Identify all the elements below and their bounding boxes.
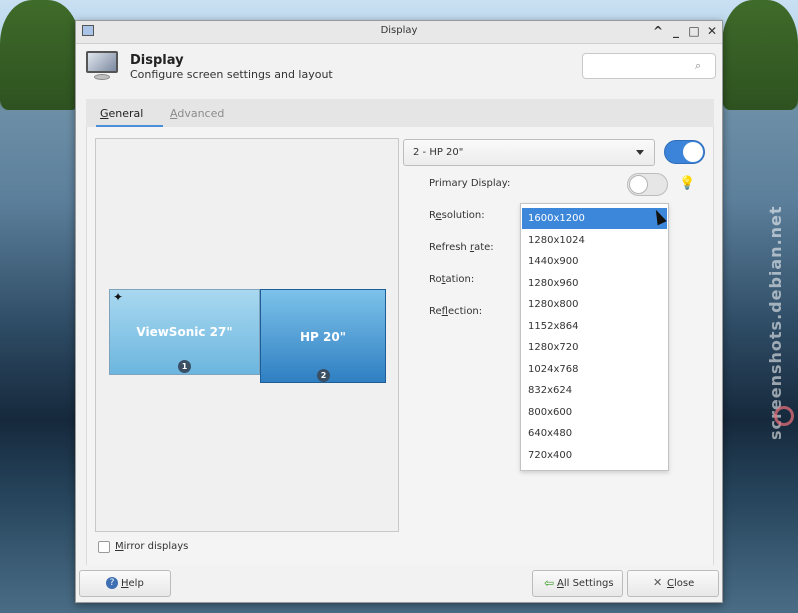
resolution-option[interactable]: 1440x900 bbox=[522, 251, 667, 272]
chevron-down-icon bbox=[636, 150, 644, 155]
mirror-displays-label[interactable]: Mirror displays bbox=[115, 541, 188, 552]
display-monitor-icon bbox=[86, 51, 118, 81]
resolution-option[interactable]: 1280x1024 bbox=[522, 230, 667, 251]
watermark-logo bbox=[774, 406, 794, 426]
search-icon[interactable]: ⌕ bbox=[695, 60, 707, 72]
tab-advanced[interactable]: Advanced bbox=[170, 107, 224, 120]
resolution-option[interactable]: 1024x768 bbox=[522, 359, 667, 380]
mirror-displays-checkbox[interactable] bbox=[98, 541, 110, 553]
page-subtitle: Configure screen settings and layout bbox=[130, 68, 333, 81]
monitor-2-hp[interactable]: HP 20" 2 bbox=[260, 289, 386, 383]
primary-display-label: Primary Display: bbox=[429, 178, 511, 189]
close-icon: ✕ bbox=[653, 576, 663, 589]
refresh-rate-label: Refresh rate: bbox=[429, 242, 494, 253]
maximize-button[interactable]: □ bbox=[686, 23, 702, 40]
all-settings-button-label: All Settings bbox=[557, 578, 614, 589]
primary-display-star-icon: ✦ bbox=[113, 290, 124, 304]
resolution-option[interactable]: 640x480 bbox=[522, 423, 667, 444]
resolution-option[interactable]: 832x624 bbox=[522, 380, 667, 401]
rotation-label: Rotation: bbox=[429, 274, 475, 285]
monitor-number-badge: 1 bbox=[178, 360, 191, 373]
help-button[interactable]: ? Help bbox=[79, 570, 171, 597]
window-title: Display bbox=[380, 25, 418, 36]
resolution-option[interactable]: 720x400 bbox=[522, 445, 667, 466]
minimize-button[interactable]: _ bbox=[668, 23, 684, 40]
monitor-label: ViewSonic 27" bbox=[136, 325, 233, 339]
reflection-label: Reflection: bbox=[429, 306, 483, 317]
resolution-option[interactable]: 1280x960 bbox=[522, 273, 667, 294]
close-button[interactable]: ✕ Close bbox=[627, 570, 719, 597]
background-trees bbox=[722, 0, 798, 110]
resolution-option[interactable]: 1280x800 bbox=[522, 294, 667, 315]
identify-display-bulb-icon[interactable]: 💡 bbox=[679, 176, 695, 192]
window-titlebar[interactable]: Display ^ _ □ ✕ bbox=[76, 21, 722, 44]
resolution-option[interactable]: 1280x720 bbox=[522, 337, 667, 358]
primary-display-toggle[interactable] bbox=[627, 173, 668, 196]
resolution-option[interactable]: 1152x864 bbox=[522, 316, 667, 337]
help-icon: ? bbox=[106, 577, 118, 589]
dialog-button-bar: ? Help ⇦ All Settings ✕ Close bbox=[76, 566, 722, 602]
display-select-value: 2 - HP 20" bbox=[413, 147, 464, 158]
resolution-label: Resolution: bbox=[429, 210, 485, 221]
monitor-label: HP 20" bbox=[300, 330, 346, 344]
display-settings-window: Display ^ _ □ ✕ Display Configure screen… bbox=[75, 20, 723, 603]
monitor-1-viewsonic[interactable]: ✦ ViewSonic 27" 1 bbox=[109, 289, 260, 375]
close-window-button[interactable]: ✕ bbox=[704, 23, 720, 40]
resolution-option[interactable]: 800x600 bbox=[522, 402, 667, 423]
resolution-dropdown-list[interactable]: 1600x1200 1280x1024 1440x900 1280x960 12… bbox=[520, 203, 669, 471]
resolution-option[interactable]: 1600x1200 bbox=[522, 208, 667, 229]
page-title: Display bbox=[130, 53, 184, 68]
help-button-label: Help bbox=[121, 578, 144, 589]
display-enabled-toggle[interactable] bbox=[664, 140, 705, 164]
back-arrow-icon: ⇦ bbox=[544, 576, 555, 590]
watermark-text: screenshots.debian.net bbox=[766, 205, 785, 440]
display-select[interactable]: 2 - HP 20" bbox=[403, 139, 655, 166]
shade-button[interactable]: ^ bbox=[650, 23, 666, 40]
tab-general[interactable]: General bbox=[100, 107, 143, 120]
background-trees bbox=[0, 0, 80, 110]
monitor-number-badge: 2 bbox=[317, 369, 330, 382]
all-settings-button[interactable]: ⇦ All Settings bbox=[532, 570, 623, 597]
tab-bar: General Advanced bbox=[86, 99, 714, 128]
close-button-label: Close bbox=[667, 578, 695, 589]
